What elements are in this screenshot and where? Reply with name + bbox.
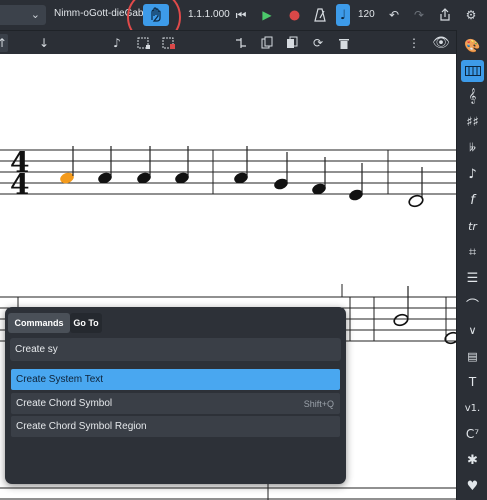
paste-button[interactable] [283, 34, 301, 52]
metronome-icon [314, 8, 326, 22]
volta-icon[interactable]: ⌗ [461, 241, 484, 263]
quarter-note-icon: ♩ [339, 7, 347, 23]
tuplet-icon[interactable]: ♪ [461, 163, 484, 185]
articulation-icon[interactable]: tr [461, 215, 484, 237]
lyrics-icon[interactable]: v1. [461, 397, 484, 419]
measure-insert-icon [137, 37, 150, 49]
flip-icon [236, 38, 246, 48]
measure-1-notes [60, 146, 189, 184]
eye-icon: 👁 [432, 35, 450, 51]
arrow-up-icon: ↑ [0, 36, 8, 50]
redo-button[interactable]: ↷ [408, 4, 430, 26]
command-label: Create Chord Symbol [16, 398, 113, 409]
palette-icon[interactable]: 🎨 [461, 35, 484, 57]
barline-icon[interactable]: ☰ [461, 267, 484, 289]
treble-clef-icon[interactable]: 𝄞 [461, 85, 484, 107]
tools-icon[interactable]: ✱ [461, 449, 484, 471]
tab-commands[interactable]: Commands [8, 313, 70, 333]
loop-button[interactable] [283, 4, 305, 26]
cycle-icon: ⟳ [312, 36, 324, 50]
share-icon [440, 8, 450, 21]
command-search-input[interactable] [10, 338, 341, 361]
command-shortcut: Shift+Q [303, 398, 334, 409]
dynamics-icon[interactable]: f [461, 189, 484, 211]
grace-note-button[interactable]: ♪ [108, 34, 126, 52]
note-input-toolbar: ↑ ↓ ♪ ⟳ ⋮ 👁 [0, 30, 456, 54]
delete-button[interactable] [335, 34, 353, 52]
up-arrow-button[interactable]: ↑ [0, 34, 8, 52]
add-measure-button[interactable] [135, 34, 153, 52]
play-button[interactable]: ▶ [256, 4, 278, 26]
swap-button[interactable]: ⟳ [309, 34, 327, 52]
metronome-button[interactable] [309, 4, 331, 26]
share-button[interactable] [434, 4, 456, 26]
top-toolbar: ⌄ Nimm-oGott-dieGabe... 1.1.1.000 ⏮ ▶ ♩ … [0, 0, 487, 44]
visibility-toggle-button[interactable]: 👁 [432, 34, 450, 52]
gear-icon: ⚙ [465, 8, 477, 22]
keyboard-icon[interactable] [461, 60, 484, 82]
tempo-note-button[interactable]: ♩ [336, 4, 350, 26]
note-icon: ♪ [113, 36, 121, 50]
half-note [393, 313, 409, 327]
copy-icon [261, 36, 273, 49]
workspace-dropdown[interactable]: ⌄ [0, 5, 46, 25]
rewind-button[interactable]: ⏮ [230, 4, 252, 26]
tab-go-to[interactable]: Go To [70, 313, 102, 333]
staff-2-notes [393, 286, 456, 345]
time-signature-icon[interactable]: 𝄫 [461, 137, 484, 159]
play-icon: ▶ [262, 8, 272, 22]
down-arrow-button[interactable]: ↓ [35, 34, 53, 52]
skip-start-icon: ⏮ [235, 7, 247, 22]
menu-icon: ⋮ [408, 36, 420, 50]
text-icon[interactable]: T [461, 371, 484, 393]
chevron-down-icon: ⌄ [30, 8, 40, 21]
settings-button[interactable]: ⚙ [460, 4, 482, 26]
paste-icon [287, 36, 298, 48]
redo-icon: ↷ [413, 8, 425, 22]
chord-symbol-icon[interactable]: C⁷ [461, 423, 484, 445]
command-result[interactable]: Create Chord Symbol Shift+Q [11, 393, 340, 414]
measure-3-notes [408, 167, 424, 208]
command-result[interactable]: Create System Text [11, 369, 340, 390]
fermata-icon[interactable]: ⌒ [461, 293, 484, 315]
arrow-down-icon: ↓ [38, 36, 50, 50]
command-result[interactable]: Create Chord Symbol Region [11, 416, 340, 437]
tempo-value: 120 [358, 9, 375, 20]
append-measure-button[interactable] [160, 34, 178, 52]
command-label: Create System Text [16, 374, 104, 385]
command-palette: Commands Go To Create System Text Create… [5, 307, 346, 484]
playback-position: 1.1.1.000 [188, 9, 230, 20]
text-frame-icon[interactable]: ▤ [461, 345, 484, 367]
palette-sidebar: 🎨 𝄞 ♯♯ 𝄫 ♪ f tr ⌗ ☰ ⌒ ∨ ▤ T v1. C⁷ ✱ ♥ [456, 30, 487, 500]
staff-1 [0, 149, 456, 195]
undo-icon: ↶ [388, 8, 400, 22]
copy-button[interactable] [258, 34, 276, 52]
app-window: ⌄ Nimm-oGott-dieGabe... 1.1.1.000 ⏮ ▶ ♩ … [0, 0, 487, 500]
record-icon [289, 10, 299, 20]
heart-icon[interactable]: ♥ [461, 475, 484, 497]
time-signature-bottom: 4 [10, 168, 29, 201]
toolbar-menu-button[interactable]: ⋮ [405, 34, 423, 52]
key-signature-icon[interactable]: ♯♯ [461, 111, 484, 133]
flip-direction-button[interactable] [232, 34, 250, 52]
trash-icon [339, 38, 349, 49]
undo-button[interactable]: ↶ [383, 4, 405, 26]
command-label: Create Chord Symbol Region [16, 421, 147, 432]
measure-append-icon [162, 37, 175, 49]
breath-icon[interactable]: ∨ [461, 319, 484, 341]
